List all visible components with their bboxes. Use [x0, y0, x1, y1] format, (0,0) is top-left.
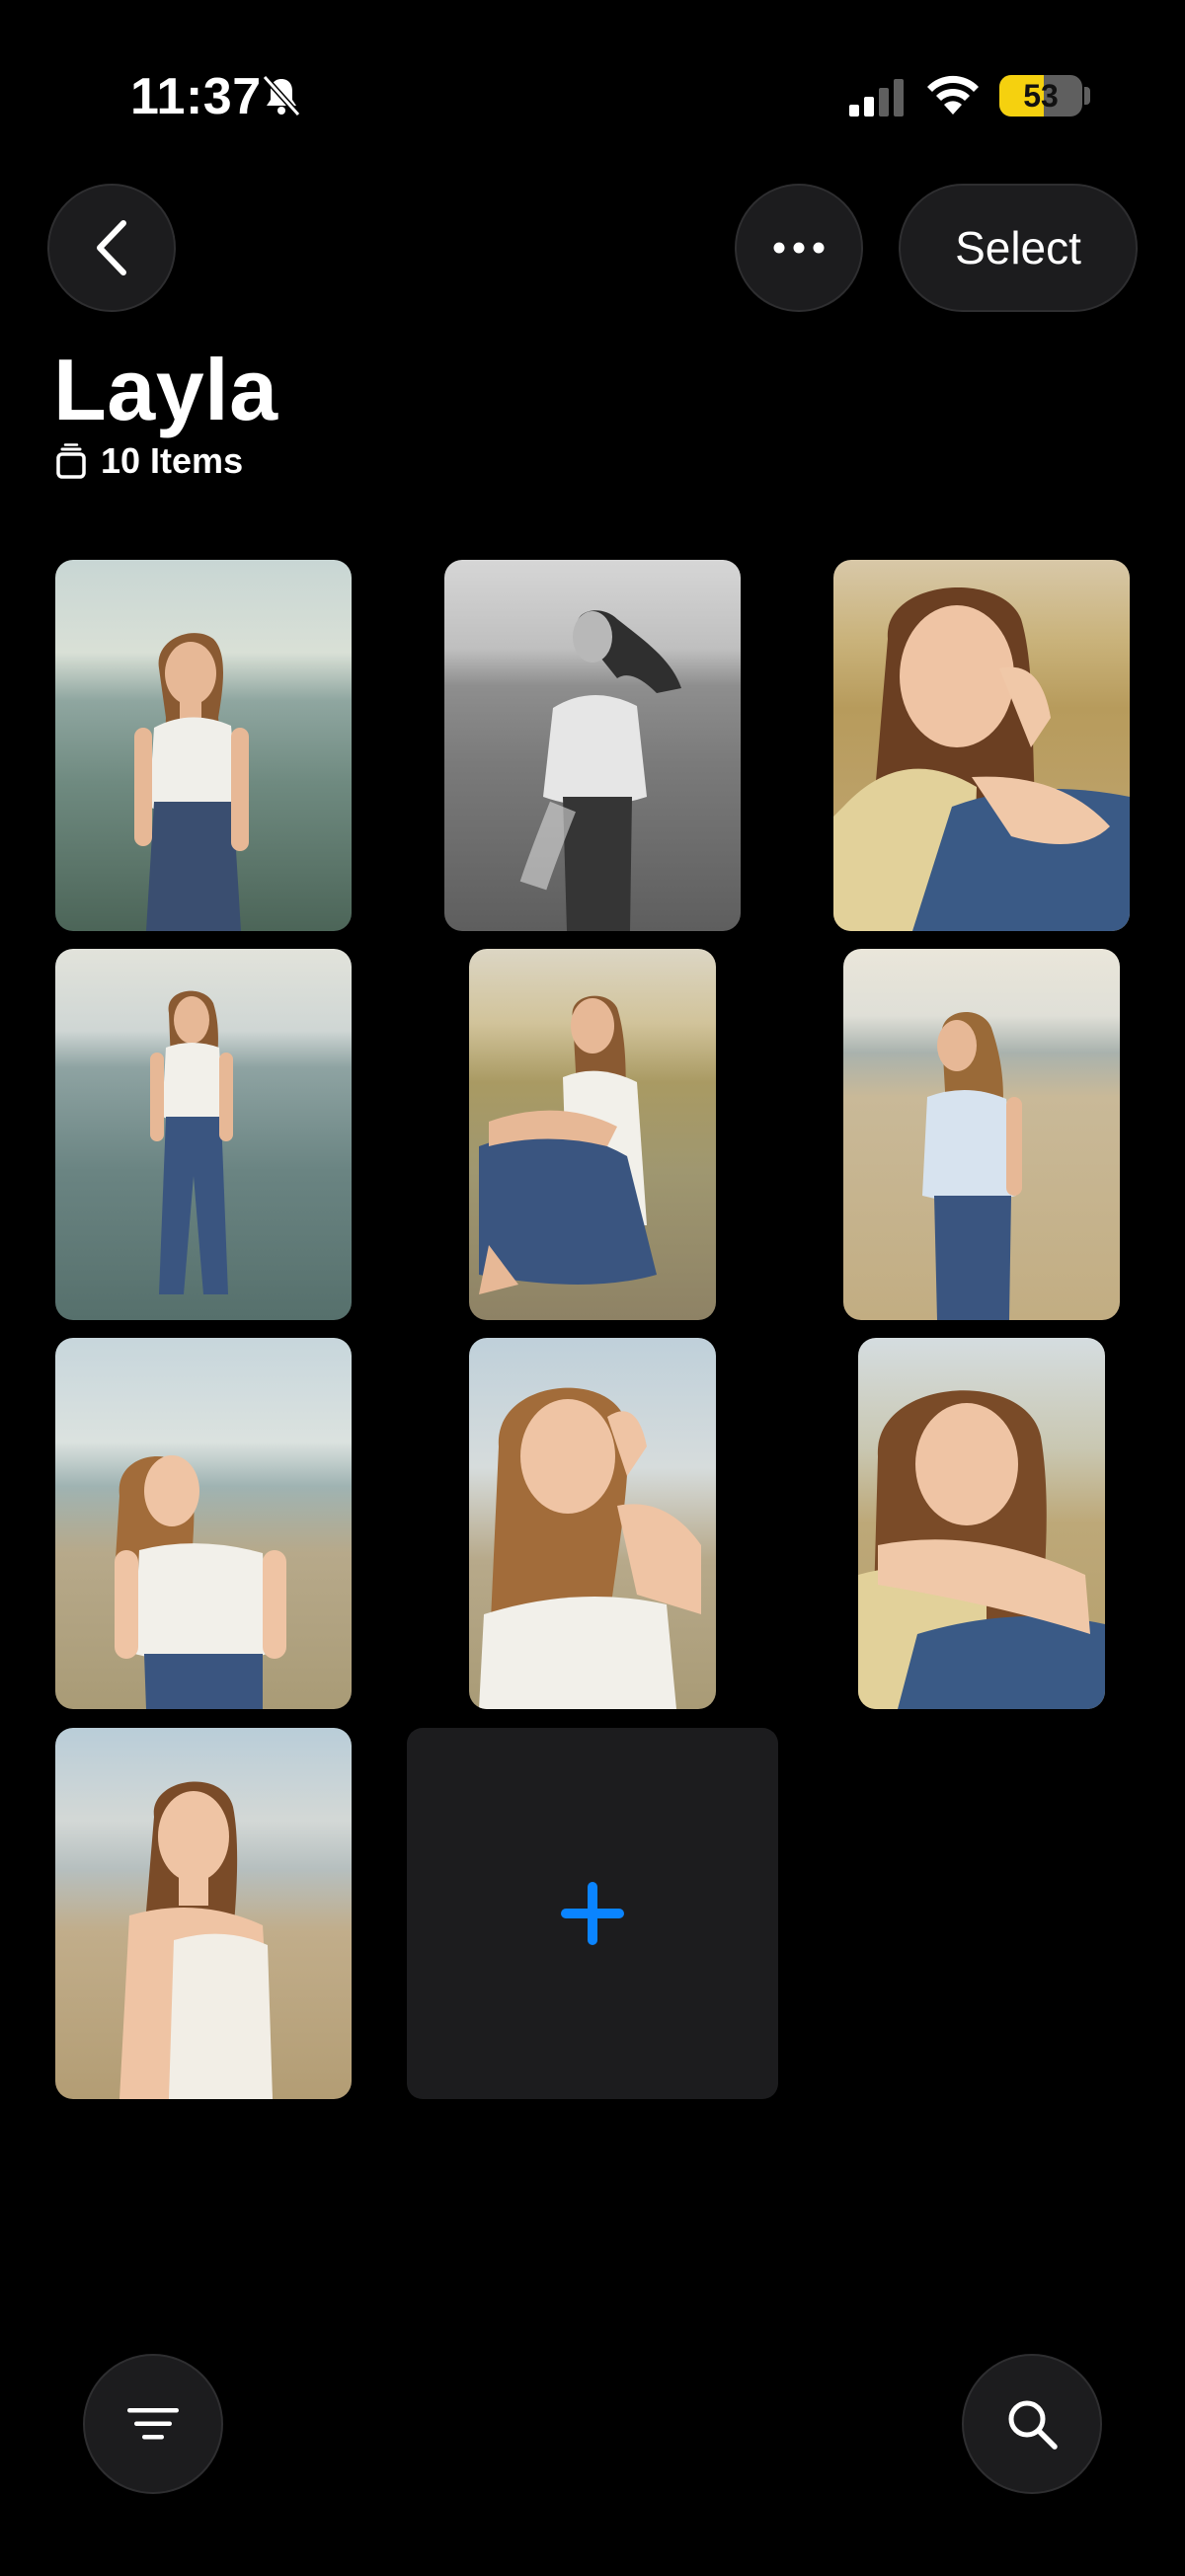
- photo-thumbnail[interactable]: [55, 1338, 352, 1709]
- search-icon: [1008, 2400, 1058, 2450]
- filter-icon: [127, 2408, 179, 2440]
- photo-thumbnail[interactable]: [469, 949, 716, 1320]
- photo-thumbnail[interactable]: [469, 1338, 716, 1709]
- photo-thumbnail[interactable]: [444, 560, 741, 931]
- plus-icon: [561, 1882, 624, 1945]
- add-photo-tile[interactable]: [407, 1728, 778, 2099]
- photo-thumbnail[interactable]: [843, 949, 1120, 1320]
- search-button[interactable]: [962, 2354, 1102, 2494]
- photo-thumbnail[interactable]: [55, 560, 352, 931]
- photo-grid: [0, 0, 1185, 2576]
- photo-thumbnail[interactable]: [55, 949, 352, 1320]
- photo-thumbnail[interactable]: [833, 560, 1130, 931]
- filter-button[interactable]: [83, 2354, 223, 2494]
- photo-thumbnail[interactable]: [858, 1338, 1105, 1709]
- photo-thumbnail[interactable]: [55, 1728, 352, 2099]
